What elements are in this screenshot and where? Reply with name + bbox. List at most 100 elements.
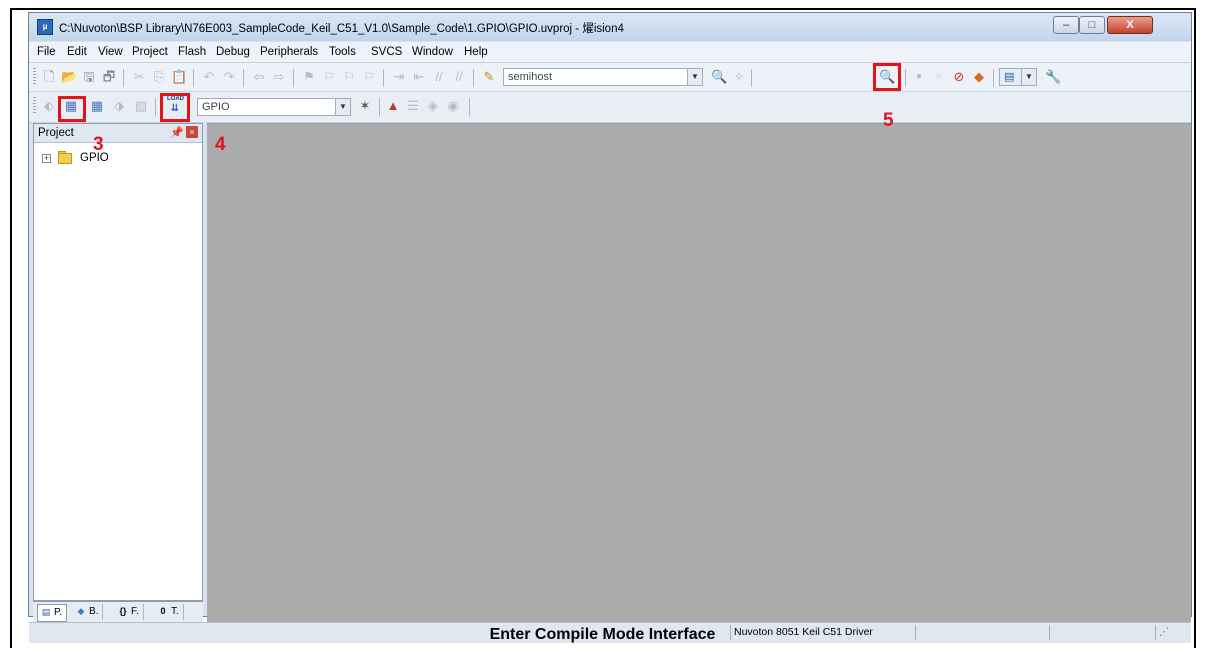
- menu-window[interactable]: Window: [412, 46, 453, 58]
- tab-functions-label: F.: [131, 606, 139, 617]
- kill-breakpoints-icon[interactable]: ⊘: [951, 69, 967, 85]
- cut-icon[interactable]: ✂: [131, 69, 147, 85]
- project-pane-title: Project: [38, 127, 74, 139]
- braces-icon: {}: [119, 606, 127, 617]
- chevron-down-icon[interactable]: ▼: [687, 69, 702, 85]
- maximize-button[interactable]: □: [1079, 16, 1105, 34]
- toolbar-separator: [379, 98, 380, 116]
- title-bar[interactable]: µ C:\Nuvoton\BSP Library\N76E003_SampleC…: [29, 13, 1191, 41]
- close-icon[interactable]: ×: [186, 126, 198, 138]
- target-combo-value: GPIO: [202, 101, 230, 113]
- find-combo-value: semihost: [508, 71, 553, 83]
- clear-bookmarks-icon[interactable]: ⚐: [361, 69, 377, 85]
- toolbar-separator: [193, 69, 194, 87]
- books-icon: ◆: [77, 606, 85, 617]
- stop-build-icon[interactable]: ▧: [133, 98, 149, 114]
- toolbar-separator: [905, 69, 906, 87]
- minimize-button[interactable]: –: [1053, 16, 1079, 34]
- project-pane: Project 📌 × + GPIO: [33, 123, 203, 601]
- configure-icon[interactable]: 🔧: [1045, 69, 1061, 85]
- save-icon[interactable]: 🖫: [81, 69, 97, 85]
- breakpoint-disable-icon[interactable]: ○: [931, 69, 947, 85]
- find-icon[interactable]: 🔍: [711, 69, 727, 85]
- folder-icon: [58, 153, 72, 164]
- menu-file[interactable]: File: [37, 46, 56, 58]
- new-file-icon[interactable]: 🗋: [41, 69, 57, 85]
- menu-project[interactable]: Project: [132, 46, 168, 58]
- indent-icon[interactable]: ⇥: [391, 69, 407, 85]
- toolbar-separator: [243, 69, 244, 87]
- menu-svcs[interactable]: SVCS: [371, 46, 402, 58]
- tab-books-label: B.: [89, 606, 99, 617]
- uncomment-icon[interactable]: //: [451, 69, 467, 85]
- find-combo[interactable]: semihost ▼: [503, 68, 703, 86]
- toolbar-grip[interactable]: [33, 68, 36, 86]
- editor-area[interactable]: [207, 123, 1191, 622]
- tab-functions[interactable]: {} F.: [117, 604, 144, 620]
- tab-project[interactable]: ▤ P.: [37, 604, 68, 622]
- rebuild-icon[interactable]: ▦: [89, 98, 105, 114]
- target-options-icon[interactable]: ✶: [357, 98, 373, 114]
- translate-icon[interactable]: ⬖: [41, 98, 57, 114]
- toolbar-grip[interactable]: [33, 97, 36, 115]
- paste-icon[interactable]: 📋: [171, 69, 187, 85]
- menu-tools[interactable]: Tools: [329, 46, 356, 58]
- toolbar-separator: [293, 69, 294, 87]
- undo-icon[interactable]: ↶: [201, 69, 217, 85]
- tab-templates[interactable]: 0 T.: [157, 604, 184, 620]
- target-combo[interactable]: GPIO ▼: [197, 98, 351, 116]
- build-highlight-box: [58, 96, 86, 122]
- toolbar-separator: [469, 98, 470, 116]
- window-title: C:\Nuvoton\BSP Library\N76E003_SampleCod…: [59, 23, 624, 35]
- menu-peripherals[interactable]: Peripherals: [260, 46, 318, 58]
- bookmark-icon[interactable]: ⚑: [301, 69, 317, 85]
- unindent-icon[interactable]: ⇤: [411, 69, 427, 85]
- save-all-icon[interactable]: 🗗: [101, 69, 117, 85]
- toolbar-separator: [383, 69, 384, 87]
- clear-breakpoints-icon[interactable]: ◆: [971, 69, 987, 85]
- toolbar-separator: [993, 69, 994, 87]
- tab-templates-label: T.: [171, 606, 179, 617]
- toolbar-separator: [751, 69, 752, 87]
- file-extensions-icon[interactable]: ☰: [405, 98, 421, 114]
- next-bookmark-icon[interactable]: ⚐: [341, 69, 357, 85]
- pin-icon[interactable]: 📌: [170, 126, 184, 139]
- chevron-down-icon[interactable]: ▼: [335, 99, 350, 115]
- menu-debug[interactable]: Debug: [216, 46, 250, 58]
- close-button[interactable]: X: [1107, 16, 1153, 34]
- select-packs-icon[interactable]: ◈: [425, 98, 441, 114]
- find-in-files-icon[interactable]: ✎: [481, 69, 497, 85]
- pane-tab-strip: ▤ P. ◆ B. {} F. 0 T.: [33, 601, 203, 622]
- tab-books[interactable]: ◆ B.: [75, 604, 104, 620]
- run-time-env-icon[interactable]: ◉: [445, 98, 461, 114]
- load-highlight-box: [160, 93, 190, 122]
- nav-back-icon[interactable]: ⇦: [251, 69, 267, 85]
- incremental-find-icon[interactable]: ✧: [731, 69, 747, 85]
- project-tab-icon: ▤: [41, 607, 51, 618]
- nav-forward-icon[interactable]: ⇨: [271, 69, 287, 85]
- open-file-icon[interactable]: 📂: [61, 69, 77, 85]
- window-icon: ▤: [1004, 71, 1015, 83]
- comment-icon[interactable]: //: [431, 69, 447, 85]
- prev-bookmark-icon[interactable]: ⚐: [321, 69, 337, 85]
- build-toolbar: ⬖ ▦ ▦ ⬗ ▧ LOAD ⇊ GPIO ▼ ✶ ▲ ☰ ◈ ◉: [29, 92, 1191, 123]
- menu-edit[interactable]: Edit: [67, 46, 87, 58]
- redo-icon[interactable]: ↷: [221, 69, 237, 85]
- uvision-app-icon: µ: [37, 19, 53, 35]
- menu-bar: File Edit View Project Flash Debug Perip…: [29, 42, 1191, 63]
- breakpoint-icon[interactable]: ●: [911, 69, 927, 85]
- manage-components-icon[interactable]: ▲: [385, 98, 401, 114]
- menu-flash[interactable]: Flash: [178, 46, 206, 58]
- window-selector[interactable]: ▤ ▼: [999, 68, 1037, 86]
- copy-icon[interactable]: ⎘: [151, 69, 167, 85]
- toolbar-separator: [473, 69, 474, 87]
- figure-caption: Enter Compile Mode Interface: [489, 626, 716, 643]
- expand-icon[interactable]: +: [42, 154, 51, 163]
- menu-view[interactable]: View: [98, 46, 123, 58]
- callout-3: 3: [93, 134, 104, 155]
- callout-5: 5: [883, 110, 894, 131]
- toolbar-separator: [123, 69, 124, 87]
- chevron-down-icon[interactable]: ▼: [1021, 69, 1036, 85]
- menu-help[interactable]: Help: [464, 46, 488, 58]
- batch-build-icon[interactable]: ⬗: [111, 98, 127, 114]
